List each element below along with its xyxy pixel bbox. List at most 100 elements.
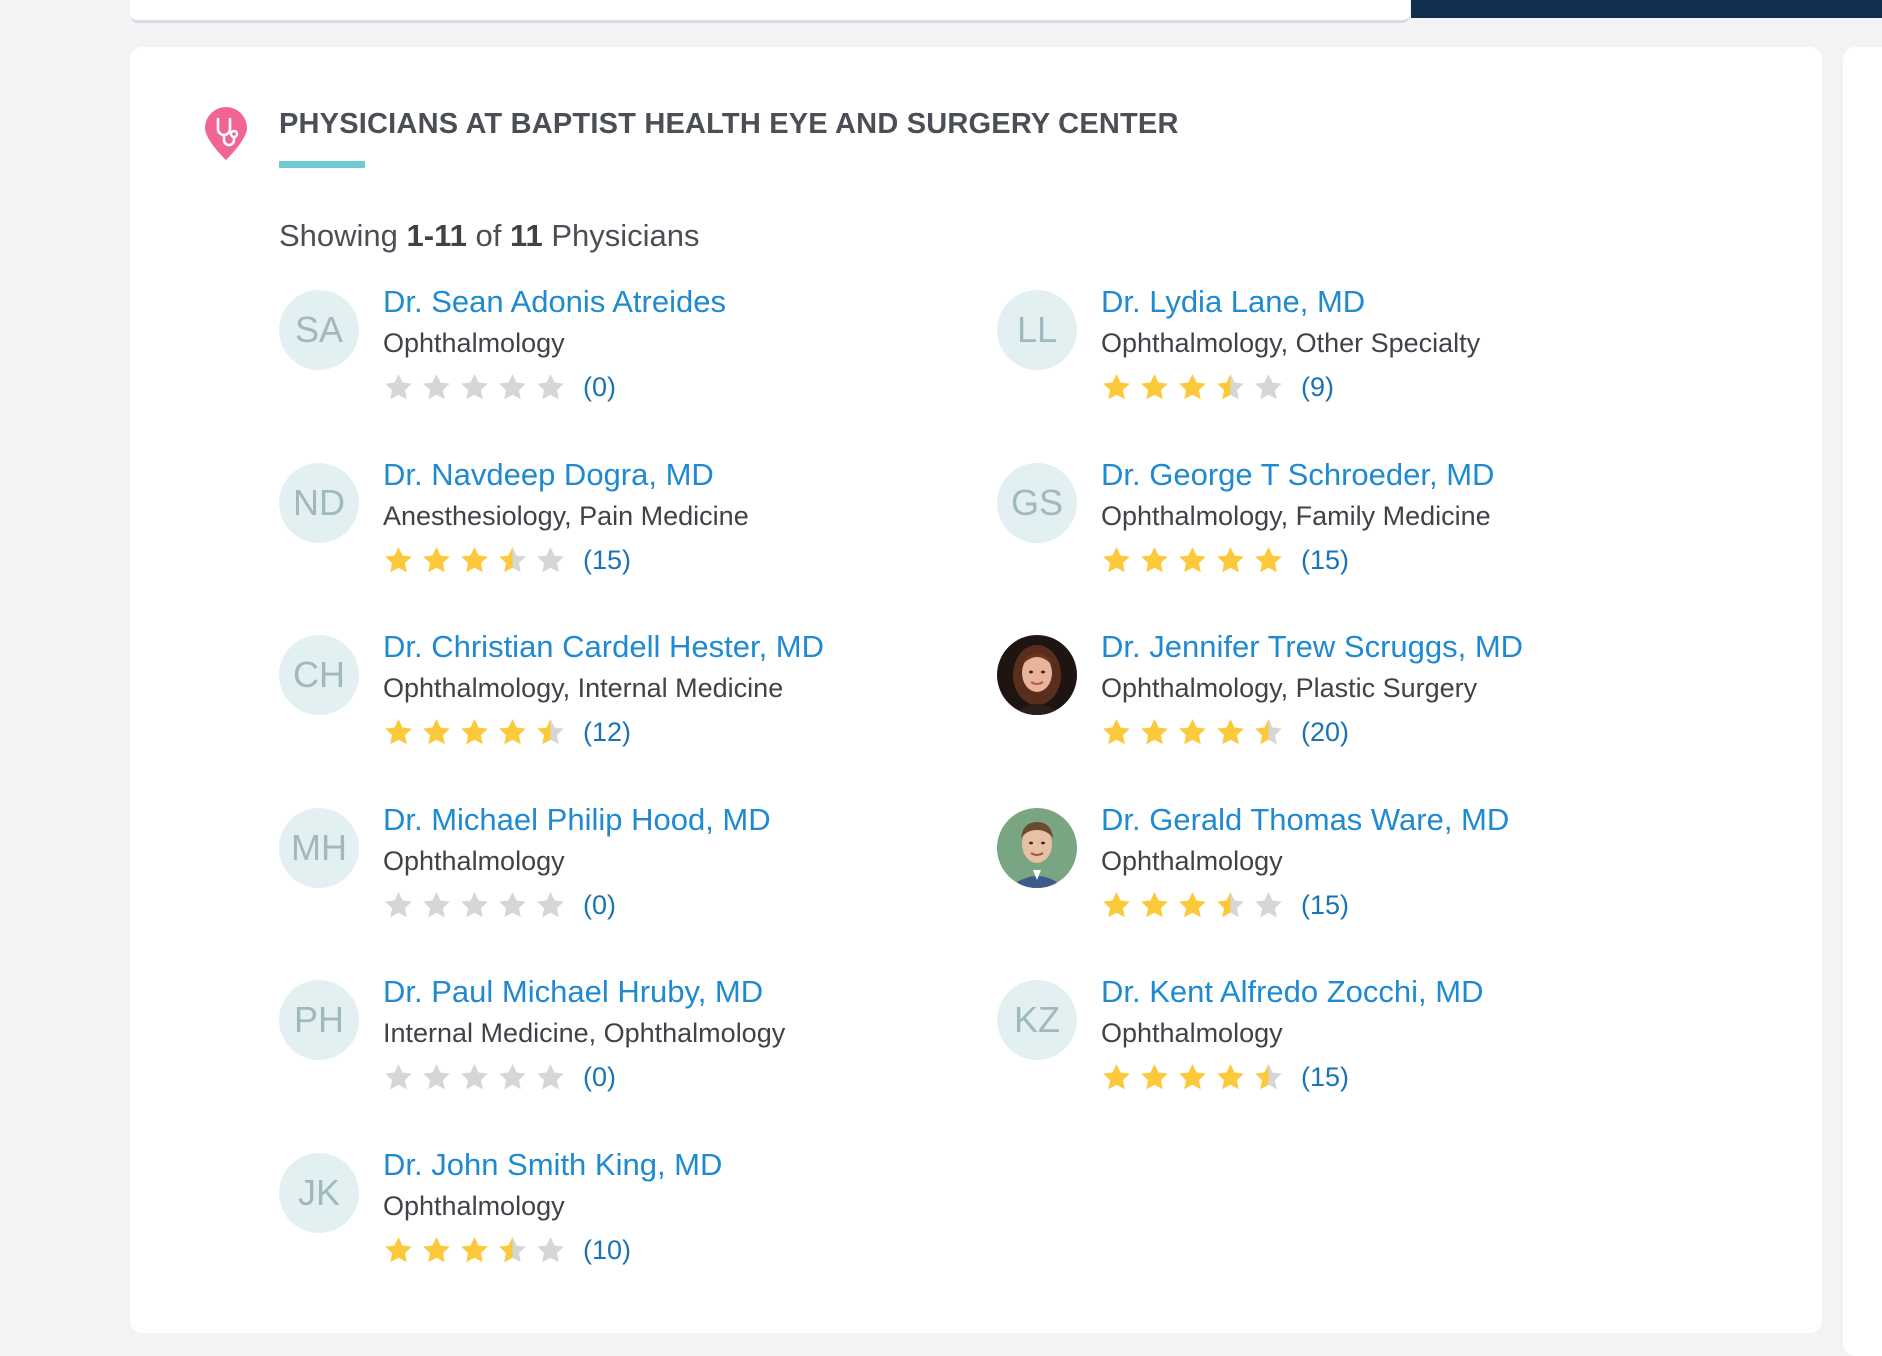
physician-avatar-photo[interactable] bbox=[997, 635, 1077, 715]
star-rating: (0) bbox=[383, 370, 616, 404]
physician-avatar-initials[interactable]: LL bbox=[997, 290, 1077, 370]
results-summary: Showing 1-11 of 11 Physicians bbox=[279, 218, 700, 253]
physician-card: KZ Dr. Kent Alfredo Zocchi, MD Ophthalmolo… bbox=[997, 974, 1677, 1110]
physician-photo bbox=[997, 808, 1077, 888]
physician-avatar-initials[interactable]: SA bbox=[279, 290, 359, 370]
physician-name-link[interactable]: Dr. Paul Michael Hruby, MD bbox=[383, 974, 763, 1010]
physician-specialty: Ophthalmology bbox=[1101, 846, 1283, 876]
physician-name-link[interactable]: Dr. Jennifer Trew Scruggs, MD bbox=[1101, 629, 1523, 665]
star-filled-icon bbox=[1141, 373, 1168, 399]
star-filled-icon bbox=[1217, 546, 1244, 572]
top-nav-bar bbox=[1411, 0, 1882, 18]
star-empty-icon bbox=[537, 373, 564, 399]
title-underline bbox=[279, 161, 365, 168]
physician-avatar-initials[interactable]: JK bbox=[279, 1153, 359, 1233]
star-filled-icon bbox=[461, 718, 488, 744]
star-filled-icon bbox=[461, 546, 488, 572]
star-empty-icon bbox=[537, 1236, 564, 1262]
star-half-icon bbox=[1255, 718, 1282, 744]
star-half-icon bbox=[499, 1236, 526, 1262]
star-empty-icon bbox=[385, 1063, 412, 1089]
star-filled-icon bbox=[1179, 546, 1206, 572]
star-empty-icon bbox=[461, 1063, 488, 1089]
physician-name-link[interactable]: Dr. Sean Adonis Atreides bbox=[383, 284, 726, 320]
star-half-icon bbox=[537, 718, 564, 744]
star-half-icon bbox=[1217, 373, 1244, 399]
physician-card: PH Dr. Paul Michael Hruby, MD Internal Med… bbox=[279, 974, 959, 1110]
stethoscope-pin-icon bbox=[205, 107, 247, 160]
physician-name-link[interactable]: Dr. Michael Philip Hood, MD bbox=[383, 802, 771, 838]
physician-avatar-initials[interactable]: ND bbox=[279, 463, 359, 543]
physician-specialty: Ophthalmology bbox=[383, 328, 565, 358]
star-rating: (15) bbox=[1101, 1060, 1349, 1094]
star-filled-icon bbox=[1179, 1063, 1206, 1089]
physician-specialty: Ophthalmology, Plastic Surgery bbox=[1101, 673, 1478, 703]
star-rating: (20) bbox=[1101, 715, 1349, 749]
star-empty-icon bbox=[537, 1063, 564, 1089]
review-count-link[interactable]: (12) bbox=[583, 717, 631, 748]
physician-card: LL Dr. Lydia Lane, MD Ophthalmology, Other… bbox=[997, 284, 1677, 420]
review-count-link[interactable]: (15) bbox=[1301, 890, 1349, 921]
physician-avatar-initials[interactable]: MH bbox=[279, 808, 359, 888]
star-half-icon bbox=[499, 546, 526, 572]
star-half-icon bbox=[1217, 891, 1244, 917]
star-filled-icon bbox=[1255, 546, 1282, 572]
star-filled-icon bbox=[461, 1236, 488, 1262]
star-empty-icon bbox=[423, 891, 450, 917]
physician-specialty: Ophthalmology, Internal Medicine bbox=[383, 673, 784, 703]
physician-name-link[interactable]: Dr. Christian Cardell Hester, MD bbox=[383, 629, 824, 665]
star-empty-icon bbox=[461, 891, 488, 917]
star-filled-icon bbox=[499, 718, 526, 744]
review-count-link[interactable]: (10) bbox=[583, 1235, 631, 1266]
star-filled-icon bbox=[1103, 546, 1130, 572]
star-filled-icon bbox=[385, 546, 412, 572]
physician-card: ND Dr. Navdeep Dogra, MD Anesthesiology, P… bbox=[279, 457, 959, 593]
top-card bbox=[130, 0, 1410, 23]
review-count-link[interactable]: (0) bbox=[583, 1062, 616, 1093]
star-filled-icon bbox=[1179, 373, 1206, 399]
star-filled-icon bbox=[423, 546, 450, 572]
star-empty-icon bbox=[423, 1063, 450, 1089]
physician-name-link[interactable]: Dr. George T Schroeder, MD bbox=[1101, 457, 1494, 493]
physician-name-link[interactable]: Dr. Kent Alfredo Zocchi, MD bbox=[1101, 974, 1483, 1010]
star-filled-icon bbox=[385, 718, 412, 744]
star-empty-icon bbox=[537, 546, 564, 572]
star-filled-icon bbox=[1103, 1063, 1130, 1089]
star-empty-icon bbox=[537, 891, 564, 917]
physician-avatar-photo[interactable] bbox=[997, 808, 1077, 888]
review-count-link[interactable]: (9) bbox=[1301, 372, 1334, 403]
section-title: PHYSICIANS AT BAPTIST HEALTH EYE AND SUR… bbox=[279, 108, 1179, 140]
physician-card: Dr. Jennifer Trew Scruggs, MD Ophthalmolo… bbox=[997, 629, 1677, 765]
review-count-link[interactable]: (15) bbox=[1301, 545, 1349, 576]
physician-card: CH Dr. Christian Cardell Hester, MD Ophtha… bbox=[279, 629, 959, 765]
physician-name-link[interactable]: Dr. Gerald Thomas Ware, MD bbox=[1101, 802, 1509, 838]
physician-specialty: Anesthesiology, Pain Medicine bbox=[383, 501, 749, 531]
star-rating: (9) bbox=[1101, 370, 1334, 404]
star-filled-icon bbox=[1217, 718, 1244, 744]
review-count-link[interactable]: (15) bbox=[583, 545, 631, 576]
star-filled-icon bbox=[1141, 718, 1168, 744]
physician-specialty: Ophthalmology bbox=[383, 1191, 565, 1221]
physician-card: Dr. Gerald Thomas Ware, MD Ophthalmology (… bbox=[997, 802, 1677, 938]
physician-avatar-initials[interactable]: GS bbox=[997, 463, 1077, 543]
star-empty-icon bbox=[385, 373, 412, 399]
review-count-link[interactable]: (0) bbox=[583, 890, 616, 921]
review-count-link[interactable]: (0) bbox=[583, 372, 616, 403]
star-filled-icon bbox=[1141, 1063, 1168, 1089]
star-empty-icon bbox=[423, 373, 450, 399]
physician-name-link[interactable]: Dr. Lydia Lane, MD bbox=[1101, 284, 1365, 320]
star-rating: (15) bbox=[383, 543, 631, 577]
star-filled-icon bbox=[1103, 891, 1130, 917]
star-rating: (15) bbox=[1101, 543, 1349, 577]
review-count-link[interactable]: (15) bbox=[1301, 1062, 1349, 1093]
star-filled-icon bbox=[1179, 718, 1206, 744]
star-empty-icon bbox=[1255, 373, 1282, 399]
physician-avatar-initials[interactable]: KZ bbox=[997, 980, 1077, 1060]
physician-avatar-initials[interactable]: PH bbox=[279, 980, 359, 1060]
review-count-link[interactable]: (20) bbox=[1301, 717, 1349, 748]
physician-avatar-initials[interactable]: CH bbox=[279, 635, 359, 715]
star-half-icon bbox=[1255, 1063, 1282, 1089]
physician-specialty: Ophthalmology, Family Medicine bbox=[1101, 501, 1491, 531]
physician-name-link[interactable]: Dr. John Smith King, MD bbox=[383, 1147, 722, 1183]
physician-name-link[interactable]: Dr. Navdeep Dogra, MD bbox=[383, 457, 714, 493]
